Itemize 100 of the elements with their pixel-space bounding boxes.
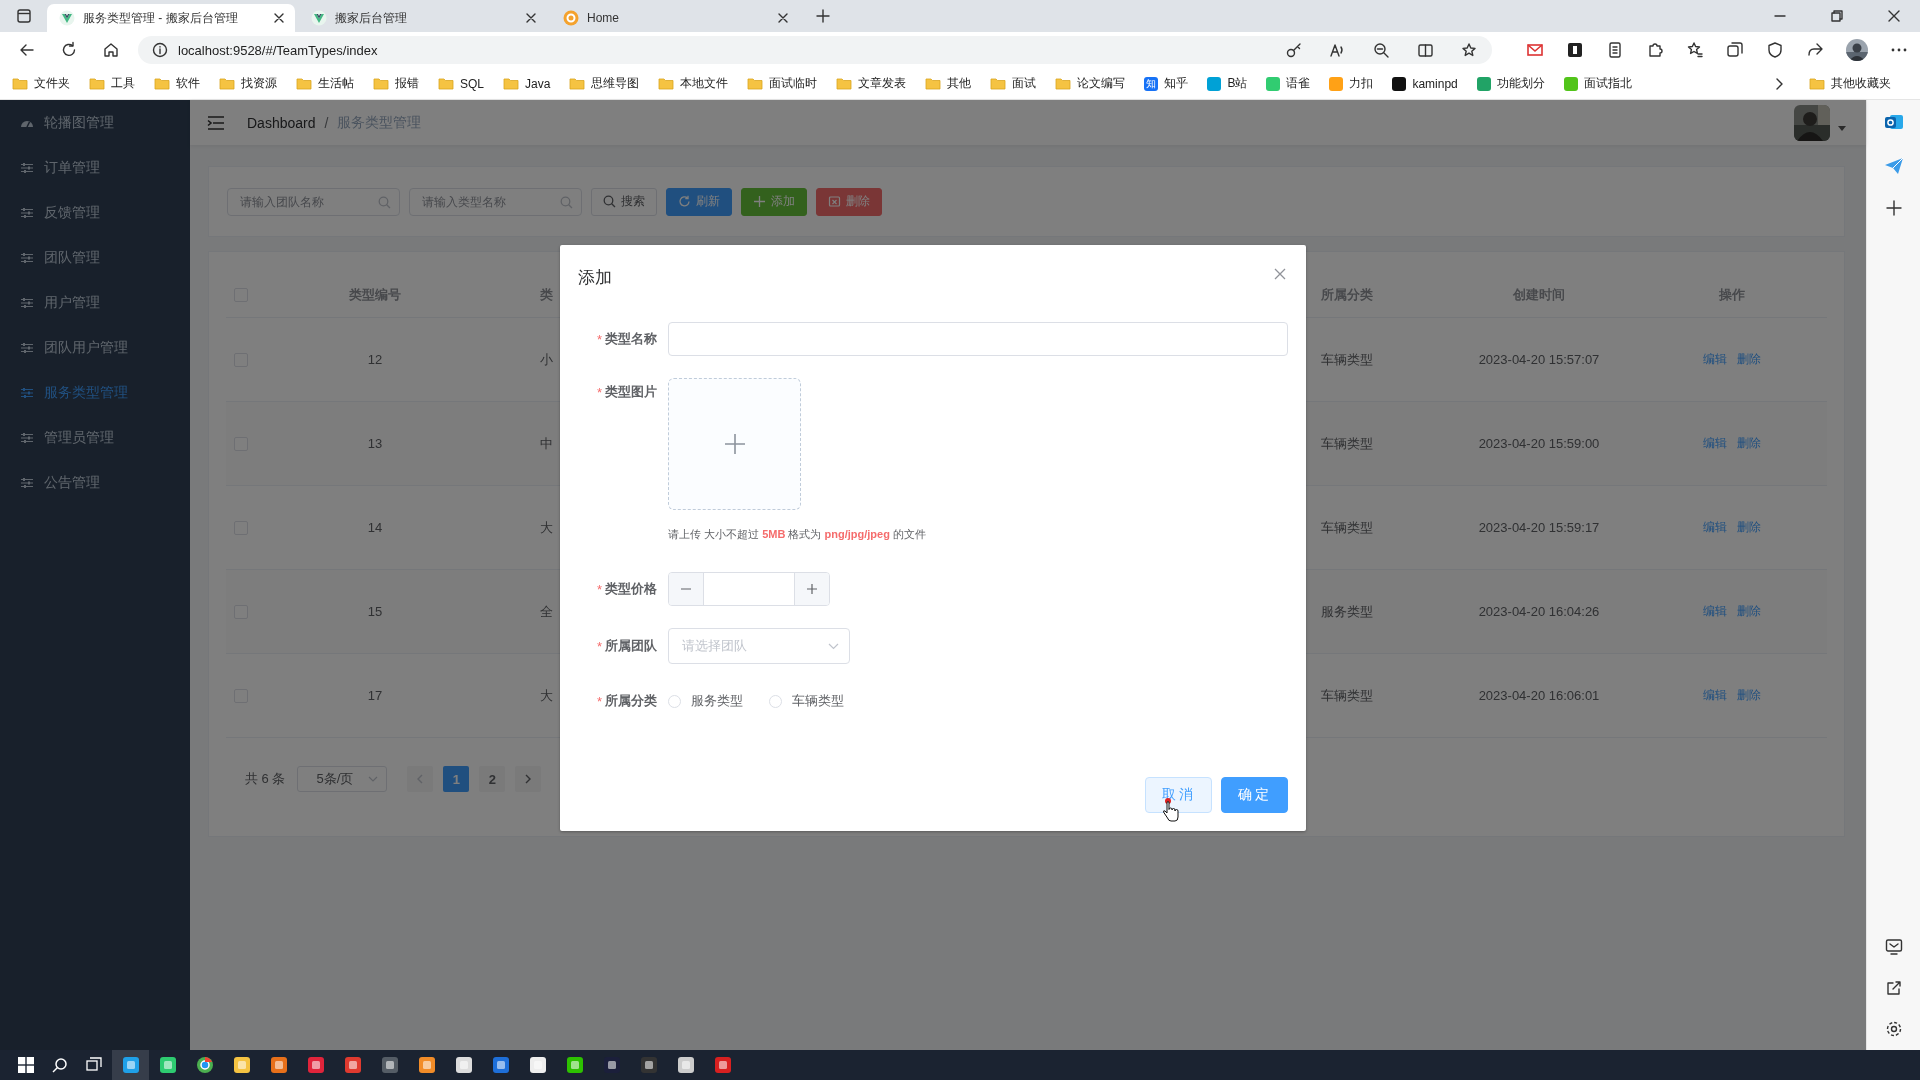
- bookmark[interactable]: kaminpd: [1392, 76, 1458, 91]
- windows-start-icon[interactable]: [18, 1057, 34, 1073]
- add-icon[interactable]: [1885, 200, 1902, 216]
- user-avatar[interactable]: [1794, 104, 1830, 141]
- bookmark[interactable]: 生活帖: [296, 75, 354, 92]
- key-icon[interactable]: [1285, 41, 1302, 59]
- envelope-app-icon[interactable]: [1883, 112, 1904, 132]
- settings-icon[interactable]: [1884, 1020, 1903, 1038]
- bookmark[interactable]: SQL: [438, 75, 484, 92]
- bookmark[interactable]: 其他收藏夹: [1809, 75, 1891, 92]
- app-icon[interactable]: [713, 1056, 732, 1074]
- app-icon[interactable]: [528, 1056, 547, 1074]
- profile-avatar[interactable]: [1846, 39, 1868, 61]
- extension-icon[interactable]: [1566, 41, 1584, 59]
- radio-option[interactable]: 服务类型: [668, 692, 743, 710]
- browser-tab[interactable]: 服务类型管理 - 搬家后台管理: [47, 4, 295, 32]
- monitor-icon[interactable]: [1884, 938, 1903, 956]
- menu-item[interactable]: 团队用户管理: [0, 325, 190, 370]
- document-icon[interactable]: [1606, 41, 1624, 59]
- menu-item[interactable]: 轮播图管理: [0, 100, 190, 145]
- bookmark[interactable]: 文章发表: [836, 75, 907, 92]
- close-icon[interactable]: [777, 12, 789, 24]
- zoom-out-icon[interactable]: [1373, 41, 1390, 59]
- app-icon[interactable]: [602, 1056, 621, 1074]
- menu-item[interactable]: 反馈管理: [0, 190, 190, 235]
- app-icon[interactable]: [380, 1056, 399, 1074]
- home-icon[interactable]: [102, 41, 120, 59]
- app-icon[interactable]: [454, 1056, 473, 1074]
- breadcrumb-link[interactable]: Dashboard: [247, 114, 316, 131]
- bookmark[interactable]: 报错: [373, 75, 419, 92]
- bookmark[interactable]: 工具: [89, 75, 135, 92]
- menu-item[interactable]: 公告管理: [0, 460, 190, 505]
- app-icon[interactable]: [491, 1056, 510, 1074]
- bookmark[interactable]: 力扣: [1329, 75, 1374, 92]
- bookmark[interactable]: 语雀: [1266, 75, 1311, 92]
- app-icon[interactable]: [121, 1056, 140, 1074]
- bookmark[interactable]: B站: [1207, 75, 1248, 92]
- new-tab-icon[interactable]: [815, 8, 831, 24]
- radio-button[interactable]: [668, 694, 681, 708]
- puzzle-icon[interactable]: [1646, 41, 1664, 59]
- menu-item[interactable]: 用户管理: [0, 280, 190, 325]
- split-screen-icon[interactable]: [1417, 41, 1434, 59]
- page-button[interactable]: 2: [479, 766, 506, 792]
- app-icon[interactable]: [417, 1056, 436, 1074]
- app-icon[interactable]: [195, 1056, 214, 1074]
- address-bar[interactable]: localhost:9528/#/TeamTypes/index: [138, 36, 1492, 64]
- radio-button[interactable]: [769, 694, 782, 708]
- bookmark[interactable]: 知 知乎: [1144, 75, 1189, 92]
- share-icon[interactable]: [1806, 41, 1824, 59]
- bookmark[interactable]: 面试指北: [1563, 75, 1632, 92]
- sliders-icon: [20, 250, 34, 265]
- search-icon[interactable]: [52, 1057, 68, 1073]
- bookmark[interactable]: Java: [503, 75, 551, 92]
- delete-button[interactable]: 删除: [816, 187, 882, 216]
- bookmark[interactable]: 文件夹: [12, 75, 70, 92]
- menu-icon[interactable]: [207, 114, 225, 131]
- shield-icon[interactable]: [1766, 41, 1784, 59]
- bookmark[interactable]: 思维导图: [569, 75, 640, 92]
- menu-item[interactable]: 订单管理: [0, 145, 190, 190]
- close-icon[interactable]: [1888, 10, 1900, 22]
- app-icon[interactable]: [565, 1056, 584, 1074]
- read-aloud-icon[interactable]: [1329, 41, 1346, 59]
- bookmark[interactable]: 面试临时: [747, 75, 818, 92]
- favorites-icon[interactable]: [1686, 41, 1704, 59]
- bookmark[interactable]: 软件: [154, 75, 200, 92]
- app-icon[interactable]: [343, 1056, 362, 1074]
- bookmark[interactable]: 其他: [925, 75, 972, 92]
- app-icon[interactable]: [639, 1056, 658, 1074]
- star-icon[interactable]: [1461, 41, 1478, 59]
- external-link-icon[interactable]: [1885, 980, 1902, 996]
- bookmark[interactable]: 找资源: [219, 75, 277, 92]
- refresh-icon[interactable]: [60, 41, 78, 59]
- menu-item[interactable]: 团队管理: [0, 235, 190, 280]
- bookmark[interactable]: 面试: [990, 75, 1037, 92]
- app-icon[interactable]: [158, 1056, 177, 1074]
- radio-option[interactable]: 车辆类型: [769, 692, 844, 710]
- close-icon[interactable]: [525, 12, 537, 24]
- confirm-button[interactable]: 确定: [1221, 777, 1288, 813]
- bookmark[interactable]: 本地文件: [658, 75, 729, 92]
- collections-icon[interactable]: [1726, 41, 1744, 59]
- bookmark[interactable]: 论文编写: [1055, 75, 1126, 92]
- app-icon[interactable]: [269, 1056, 288, 1074]
- paper-plane-icon[interactable]: [1883, 156, 1904, 176]
- app-icon[interactable]: [306, 1056, 325, 1074]
- page-size-select[interactable]: 5条/页: [297, 766, 388, 792]
- text-input[interactable]: [668, 322, 1288, 356]
- app-icon[interactable]: [232, 1056, 251, 1074]
- tab-actions-icon[interactable]: [16, 8, 32, 24]
- mail-icon[interactable]: [1526, 41, 1544, 59]
- menu-item[interactable]: 管理员管理: [0, 415, 190, 460]
- close-icon[interactable]: [273, 12, 285, 24]
- browser-tab[interactable]: 搬家后台管理: [299, 4, 547, 32]
- search-button[interactable]: 搜索: [591, 187, 657, 216]
- restore-icon[interactable]: [1831, 10, 1843, 22]
- info-icon[interactable]: [152, 42, 168, 58]
- app-icon[interactable]: [676, 1056, 695, 1074]
- task-view-icon[interactable]: [86, 1057, 102, 1073]
- bookmark[interactable]: 功能划分: [1476, 75, 1545, 92]
- browser-tab[interactable]: Home: [551, 4, 799, 32]
- caret-down-icon[interactable]: [1838, 125, 1846, 132]
